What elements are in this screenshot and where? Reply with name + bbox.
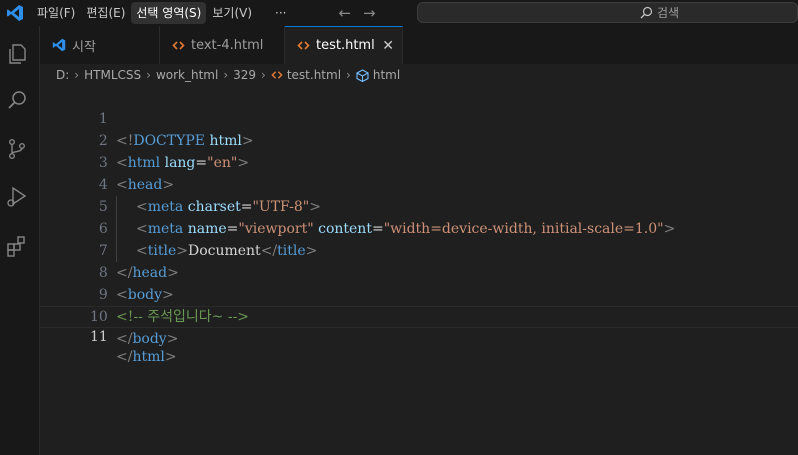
breadcrumb-symbol[interactable]: html bbox=[373, 68, 400, 82]
code-editor[interactable]: 1 <!DOCTYPE html> 2 <html lang="en"> 3 <… bbox=[40, 86, 798, 455]
chevron-right-icon: › bbox=[261, 68, 266, 82]
menu-selection[interactable]: 선택 영역(S) bbox=[131, 2, 207, 24]
breadcrumb-drive[interactable]: D: bbox=[56, 68, 69, 82]
chevron-right-icon: › bbox=[223, 68, 229, 82]
cube-icon bbox=[356, 68, 369, 82]
close-icon[interactable]: ✕ bbox=[382, 38, 394, 54]
activity-bar bbox=[0, 26, 40, 455]
breadcrumb-folder[interactable]: HTMLCSS bbox=[84, 68, 141, 82]
tab-test-html[interactable]: test.html ✕ bbox=[285, 26, 403, 64]
code-line: 7 </head> bbox=[40, 218, 798, 281]
breadcrumb-file[interactable]: test.html bbox=[287, 68, 341, 82]
code-line: 5 <meta name="viewport" content="width=d… bbox=[40, 174, 798, 240]
chevron-right-icon: › bbox=[146, 68, 151, 82]
breadcrumb-folder[interactable]: 329 bbox=[233, 68, 256, 82]
forward-arrow-icon[interactable]: → bbox=[363, 4, 376, 22]
menu-file[interactable]: 파일(F) bbox=[32, 2, 80, 24]
title-bar: 파일(F) 편집(E) 선택 영역(S) 보기(V) ··· ← → 검색 bbox=[0, 0, 798, 26]
search-icon bbox=[640, 6, 653, 19]
code-line: 8 <body> bbox=[40, 240, 798, 303]
tab-label: test.html bbox=[316, 38, 375, 53]
line-number: 11 bbox=[89, 329, 108, 345]
menu-more[interactable]: ··· bbox=[270, 2, 291, 24]
back-arrow-icon[interactable]: ← bbox=[338, 4, 351, 22]
tab-text-4-html[interactable]: text-4.html bbox=[160, 26, 285, 64]
search-label: 검색 bbox=[657, 6, 680, 20]
code-line: 4 <meta charset="UTF-8"> bbox=[40, 152, 798, 218]
html-icon bbox=[297, 39, 310, 52]
search-sidebar-icon[interactable] bbox=[5, 89, 29, 113]
code-line: 2 <html lang="en"> bbox=[40, 108, 798, 171]
tab-label: 시작 bbox=[72, 39, 96, 55]
tab-welcome[interactable]: 시작 bbox=[40, 26, 160, 64]
code-line: 3 <head> bbox=[40, 130, 798, 193]
explorer-icon[interactable] bbox=[5, 42, 29, 66]
chevron-right-icon: › bbox=[74, 68, 80, 82]
tab-label: text-4.html bbox=[191, 37, 264, 53]
tab-bar: 시작 text-4.html test.html ✕ bbox=[40, 26, 798, 64]
code-line: 1 <!DOCTYPE html> bbox=[40, 86, 798, 149]
run-debug-icon[interactable] bbox=[5, 185, 29, 209]
breadcrumb-folder[interactable]: work_html bbox=[156, 68, 218, 82]
extensions-icon[interactable] bbox=[5, 234, 29, 258]
vscode-logo-icon[interactable] bbox=[4, 2, 26, 24]
breadcrumb: D: › HTMLCSS › work_html › 329 › test.ht… bbox=[40, 64, 798, 86]
code-line: 6 <title>Document</title> bbox=[40, 196, 798, 262]
code-text: </html> bbox=[116, 349, 177, 365]
html-icon bbox=[172, 39, 185, 52]
html-icon bbox=[271, 69, 283, 81]
source-control-icon[interactable] bbox=[5, 137, 29, 161]
code-line: 10 </body> bbox=[40, 284, 798, 347]
vscode-logo-icon bbox=[52, 38, 66, 52]
code-line-current: 11 </html> bbox=[40, 306, 798, 365]
command-center-search[interactable]: 검색 bbox=[417, 2, 798, 23]
chevron-right-icon: › bbox=[346, 68, 351, 82]
menu-view[interactable]: 보기(V) bbox=[207, 2, 257, 24]
menu-edit[interactable]: 편집(E) bbox=[81, 2, 130, 24]
code-line: 9 <!-- 주석입니다~ --> bbox=[40, 262, 798, 325]
